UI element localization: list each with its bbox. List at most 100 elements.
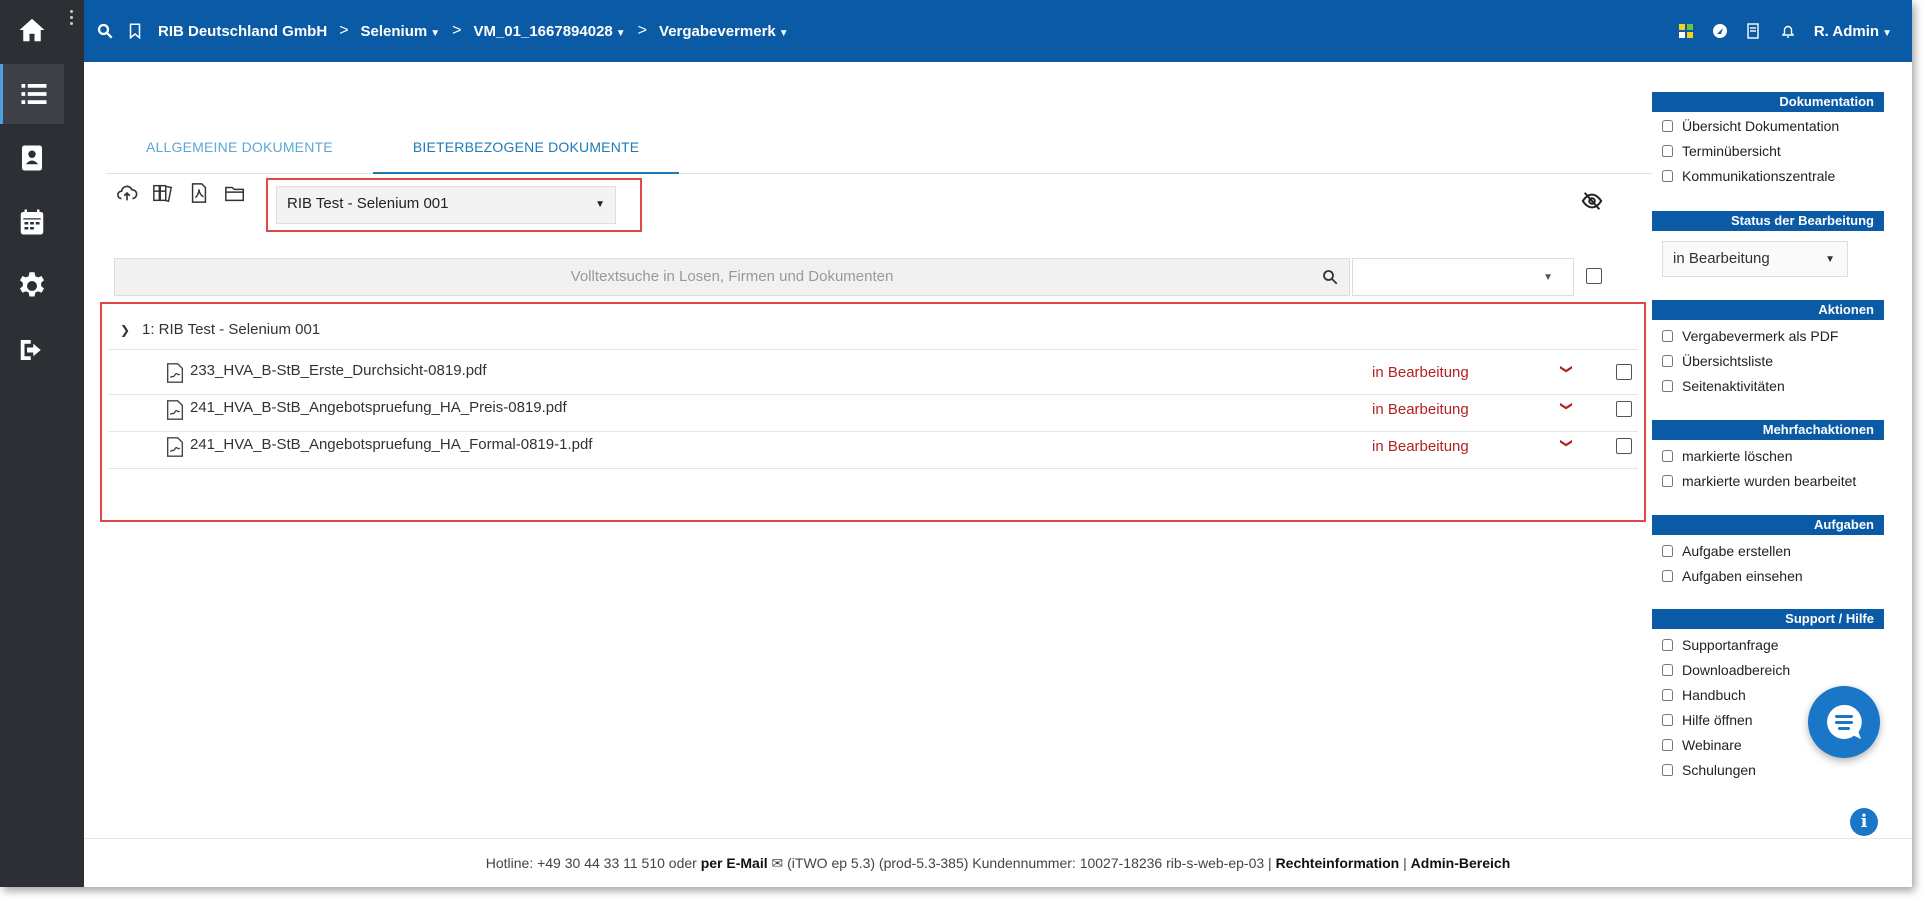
bullet-icon [1662,639,1673,651]
section-header-dokumentation: Dokumentation [1652,92,1884,112]
footer-legal-link[interactable]: Rechteinformation [1276,855,1400,871]
document-status: in Bearbeitung [1372,364,1469,381]
bullet-icon [1662,120,1673,132]
main-content: ALLGEMEINE DOKUMENTE BIETERBEZOGENE DOKU… [84,62,1652,842]
tab-allgemeine-dokumente[interactable]: ALLGEMEINE DOKUMENTE [106,134,373,174]
link-markierte-loeschen[interactable]: markierte löschen [1662,446,1793,466]
chevron-down-icon[interactable]: ❯ [120,310,130,350]
bullet-icon [1662,689,1673,701]
bullet-icon [1662,739,1673,751]
signed-document-icon [166,437,184,457]
main-sidebar [0,0,84,887]
link-aufgaben-einsehen[interactable]: Aufgaben einsehen [1662,566,1803,586]
footer-email-link[interactable]: per E-Mail [701,855,768,871]
link-supportanfrage[interactable]: Supportanfrage [1662,635,1779,655]
document-status: in Bearbeitung [1372,438,1469,455]
bidder-select-highlight: RIB Test - Selenium 001 ▼ [266,178,642,232]
link-aufgabe-erstellen[interactable]: Aufgabe erstellen [1662,541,1791,561]
upload-cloud-icon[interactable] [116,182,138,204]
apps-grid-icon[interactable] [1678,23,1694,39]
status-filter-select[interactable]: ▼ [1352,258,1574,296]
chat-bubble-button[interactable] [1808,686,1880,758]
select-all-checkbox[interactable] [1586,268,1602,284]
logout-icon[interactable] [0,320,64,380]
bidder-select[interactable]: RIB Test - Selenium 001 ▼ [276,186,616,224]
footer: Hotline: +49 30 44 33 11 510 oder per E-… [84,838,1912,886]
bullet-icon [1662,714,1673,726]
chevron-down-icon[interactable]: ❯ [1560,438,1574,448]
document-checkbox[interactable] [1616,401,1632,417]
app-window: RIB Deutschland GmbH > Selenium ▼ > VM_01… [0,0,1912,887]
document-status: in Bearbeitung [1372,401,1469,418]
link-schulungen[interactable]: Schulungen [1662,760,1756,780]
link-uebersicht-dokumentation[interactable]: Übersicht Dokumentation [1662,116,1839,136]
footer-hotline: Hotline: +49 30 44 33 11 510 oder [485,855,697,871]
document-pen-icon[interactable] [1746,23,1762,39]
bullet-icon [1662,170,1673,182]
section-header-support: Support / Hilfe [1652,609,1884,629]
gear-icon[interactable] [0,256,64,316]
group-label: 1: RIB Test - Selenium 001 [142,321,321,338]
section-header-aufgaben: Aufgaben [1652,515,1884,535]
search-icon[interactable] [1321,268,1339,286]
breadcrumb-company[interactable]: RIB Deutschland GmbH [158,23,327,40]
search-icon[interactable] [96,22,114,40]
bullet-icon [1662,330,1673,342]
link-downloadbereich[interactable]: Downloadbereich [1662,660,1790,680]
link-vergabevermerk-pdf[interactable]: Vergabevermerk als PDF [1662,326,1838,346]
sidebar-menu-dots-icon[interactable] [70,10,74,28]
calendar-icon[interactable] [0,192,64,252]
user-menu[interactable]: R. Admin ▼ [1814,23,1892,40]
link-hilfe-oeffnen[interactable]: Hilfe öffnen [1662,710,1753,730]
tab-bieterbezogene-dokumente[interactable]: BIETERBEZOGENE DOKUMENTE [372,134,680,174]
address-book-icon[interactable] [0,128,64,188]
document-name[interactable]: 233_HVA_B-StB_Erste_Durchsicht-0819.pdf [190,362,487,379]
document-checkbox[interactable] [1616,438,1632,454]
bullet-icon [1662,764,1673,776]
breadcrumb-procedure[interactable]: VM_01_1667894028 ▼ [473,23,625,40]
link-markierte-bearbeitet[interactable]: markierte wurden bearbeitet [1662,471,1856,491]
folder-open-icon[interactable] [224,182,246,204]
footer-admin-link[interactable]: Admin-Bereich [1411,855,1511,871]
breadcrumb-separator: > [452,22,462,39]
document-name[interactable]: 241_HVA_B-StB_Angebotspruefung_HA_Preis-… [190,399,567,416]
bullet-icon [1662,145,1673,157]
link-webinare[interactable]: Webinare [1662,735,1742,755]
section-header-mehrfachaktionen: Mehrfachaktionen [1652,420,1884,440]
eye-slash-icon[interactable] [1580,190,1604,212]
link-handbuch[interactable]: Handbuch [1662,685,1746,705]
results-highlight: ❯ 1: RIB Test - Selenium 001 233_HVA_B-S… [100,302,1646,522]
signed-document-icon [166,400,184,420]
caret-down-icon: ▼ [1825,254,1835,265]
chevron-down-icon[interactable]: ❯ [1560,364,1574,374]
link-seitenaktivitaeten[interactable]: Seitenaktivitäten [1662,376,1785,396]
pdf-file-icon[interactable] [188,182,210,204]
navigation-icon[interactable] [1712,23,1728,39]
bullet-icon [1662,450,1673,462]
binders-icon[interactable] [152,182,174,204]
bullet-icon [1662,355,1673,367]
bidder-group-row[interactable]: ❯ 1: RIB Test - Selenium 001 [108,310,1638,350]
caret-down-icon: ▼ [595,199,605,210]
link-uebersichtsliste[interactable]: Übersichtsliste [1662,351,1773,371]
fulltext-search-input[interactable]: Volltextsuche in Losen, Firmen und Dokum… [114,258,1350,296]
info-icon[interactable]: i [1850,808,1878,836]
bullet-icon [1662,545,1673,557]
bookmark-icon[interactable] [126,22,144,40]
bullet-icon [1662,664,1673,676]
breadcrumb-project[interactable]: Selenium ▼ [361,23,441,40]
breadcrumb-page[interactable]: Vergabevermerk ▼ [659,23,789,40]
document-checkbox[interactable] [1616,364,1632,380]
bell-icon[interactable] [1780,23,1796,39]
chevron-down-icon[interactable]: ❯ [1560,401,1574,411]
status-select[interactable]: in Bearbeitung ▼ [1662,241,1848,277]
link-terminuebersicht[interactable]: Terminübersicht [1662,141,1781,161]
bullet-icon [1662,570,1673,582]
document-row[interactable]: 241_HVA_B-StB_Angebotspruefung_HA_Formal… [108,424,1638,469]
link-kommunikationszentrale[interactable]: Kommunikationszentrale [1662,166,1835,186]
bullet-icon [1662,475,1673,487]
home-icon[interactable] [0,0,64,60]
document-name[interactable]: 241_HVA_B-StB_Angebotspruefung_HA_Formal… [190,436,592,453]
breadcrumb: RIB Deutschland GmbH > Selenium ▼ > VM_01… [158,22,789,40]
list-icon[interactable] [0,64,64,124]
